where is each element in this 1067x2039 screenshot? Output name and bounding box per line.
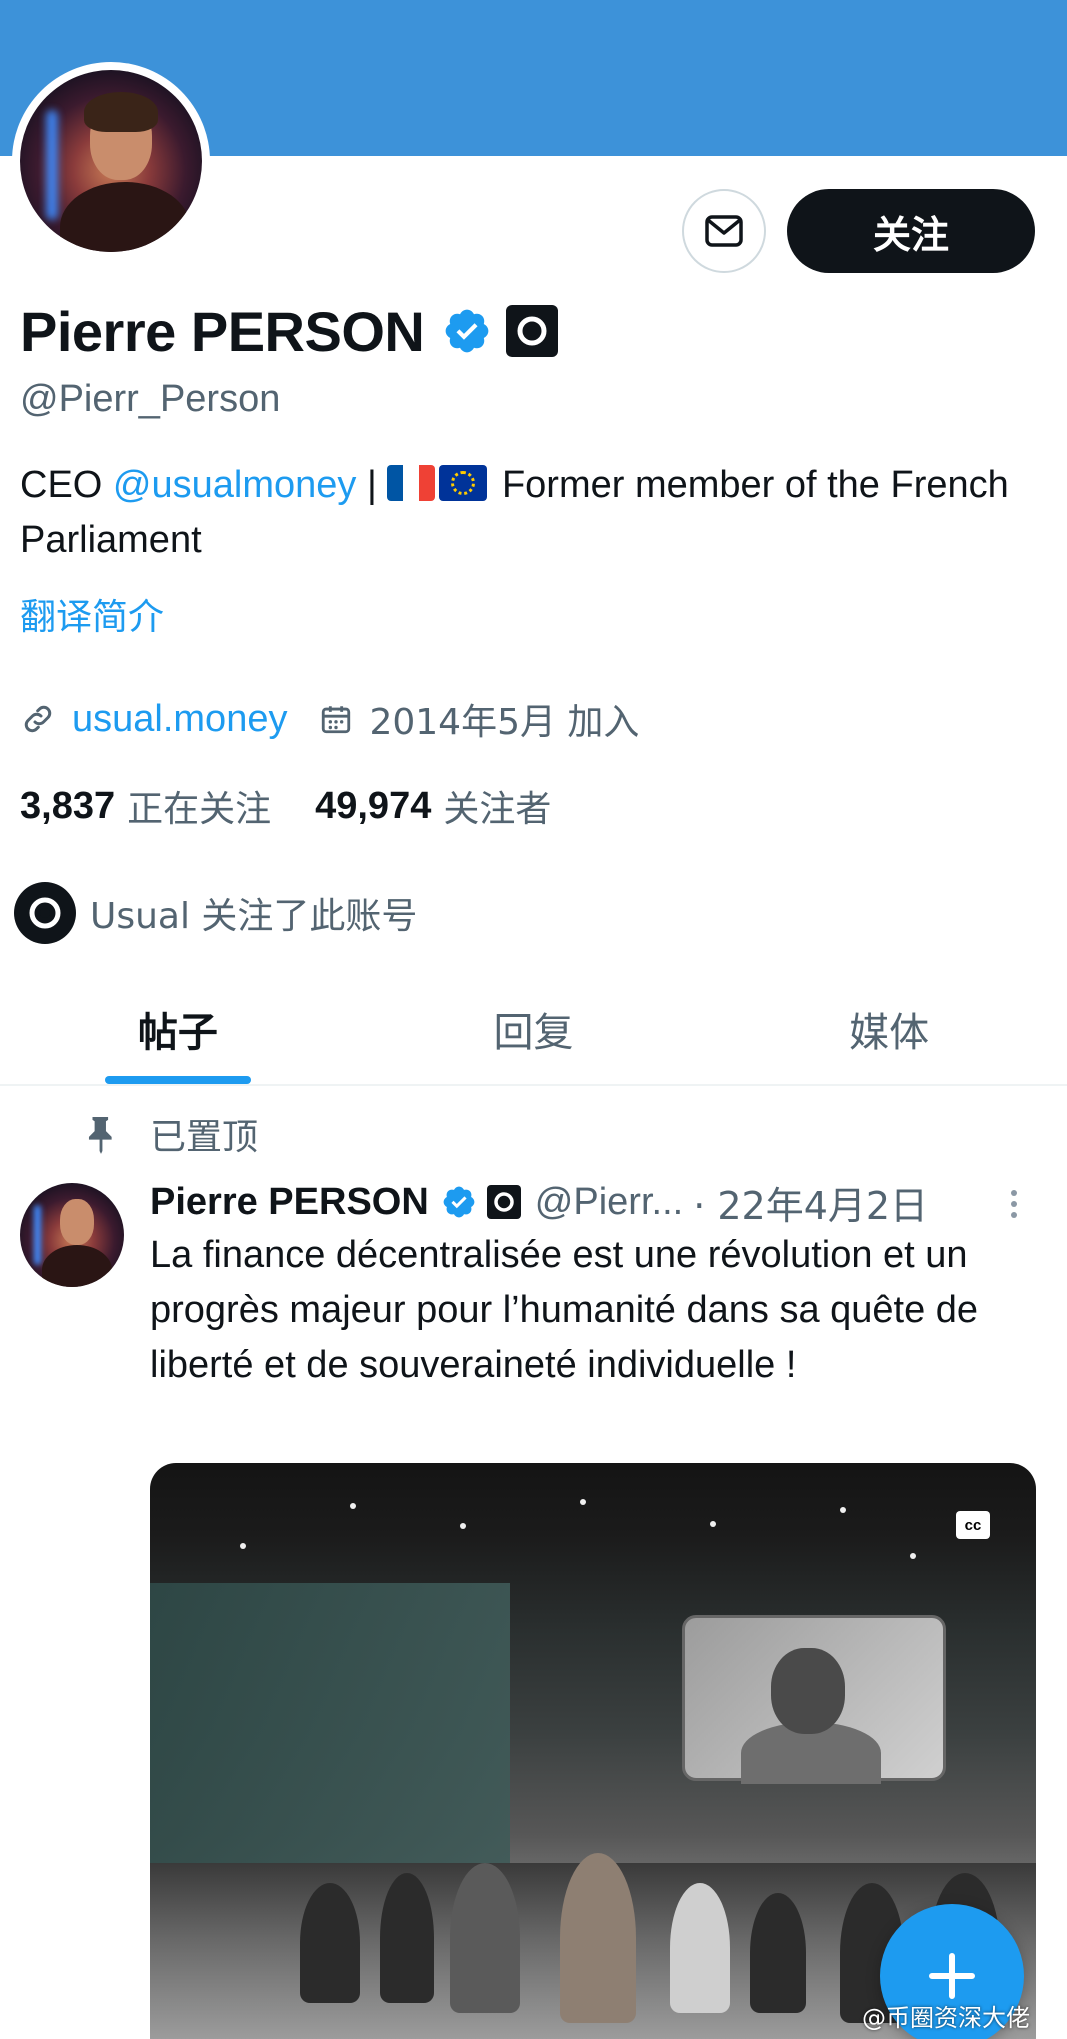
followed-by-row[interactable]: Usual 关注了此账号	[14, 882, 417, 944]
video-screen	[682, 1615, 946, 1784]
tab-label: 回复	[493, 1010, 574, 1056]
tab-replies[interactable]: 回复	[356, 980, 712, 1084]
eu-flag-icon	[439, 465, 488, 501]
envelope-icon	[705, 215, 743, 247]
active-tab-indicator	[104, 1076, 251, 1084]
profile-handle: @Pierr_Person	[20, 378, 281, 420]
post-date[interactable]: · 22年4月2日	[693, 1175, 928, 1230]
followers-count[interactable]: 49,974	[315, 785, 431, 828]
closed-captions-badge[interactable]: cc	[956, 1511, 990, 1539]
post-text: La finance décentralisée est une révolut…	[150, 1234, 979, 1386]
usual-logo-icon[interactable]	[506, 305, 559, 357]
pinned-label: 已置顶	[150, 1117, 259, 1158]
translate-bio-link[interactable]: 翻译简介	[20, 588, 164, 640]
followed-by-text: Usual 关注了此账号	[90, 896, 418, 937]
watermark-text: @币圈资深大佬	[862, 2004, 1030, 2032]
france-flag-icon	[387, 465, 436, 501]
post-header: Pierre PERSON @Pierr... · 22年4月2日	[150, 1174, 1030, 1230]
message-button[interactable]	[682, 189, 766, 273]
following-label[interactable]: 正在关注	[127, 780, 271, 832]
tab-media[interactable]: 媒体	[711, 980, 1067, 1084]
website-link[interactable]: usual.money	[72, 698, 287, 741]
profile-bio: CEO @usualmoney | Former member of the F…	[20, 458, 1040, 568]
usual-logo-icon	[486, 1185, 521, 1219]
post-author-handle[interactable]: @Pierr...	[535, 1181, 683, 1224]
post-author-name[interactable]: Pierre PERSON	[150, 1181, 429, 1224]
profile-meta: usual.money 2014年5月 加入	[20, 692, 639, 746]
post-author-avatar[interactable]	[20, 1183, 124, 1287]
pin-icon	[88, 1117, 112, 1154]
usual-avatar-icon	[14, 882, 76, 944]
avatar-image	[20, 70, 202, 252]
profile-name: Pierre PERSON	[20, 299, 425, 363]
tab-label: 媒体	[849, 1010, 930, 1056]
joined-date: 2014年5月 加入	[369, 702, 640, 743]
bio-prefix: CEO	[20, 464, 113, 506]
followers-label[interactable]: 关注者	[443, 780, 551, 832]
bio-separator: |	[356, 464, 388, 506]
verified-badge-icon	[443, 1186, 475, 1218]
follow-button[interactable]: 关注	[787, 189, 1035, 273]
plus-icon	[929, 1953, 975, 1999]
pinned-indicator: 已置顶	[84, 1108, 258, 1160]
profile-name-row: Pierre PERSON	[20, 296, 559, 366]
tab-posts[interactable]: 帖子	[0, 980, 356, 1084]
profile-stats: 3,837 正在关注 49,974 关注者	[20, 778, 551, 834]
verified-badge-icon[interactable]	[442, 306, 492, 356]
bio-mention-link[interactable]: @usualmoney	[113, 464, 356, 506]
tab-label: 帖子	[137, 1010, 218, 1056]
profile-avatar[interactable]	[12, 62, 210, 260]
more-vertical-icon[interactable]	[1002, 1184, 1026, 1224]
calendar-icon	[322, 706, 351, 734]
link-icon	[24, 705, 52, 733]
profile-tabs: 帖子 回复 媒体	[0, 980, 1067, 1086]
following-count[interactable]: 3,837	[20, 785, 115, 828]
